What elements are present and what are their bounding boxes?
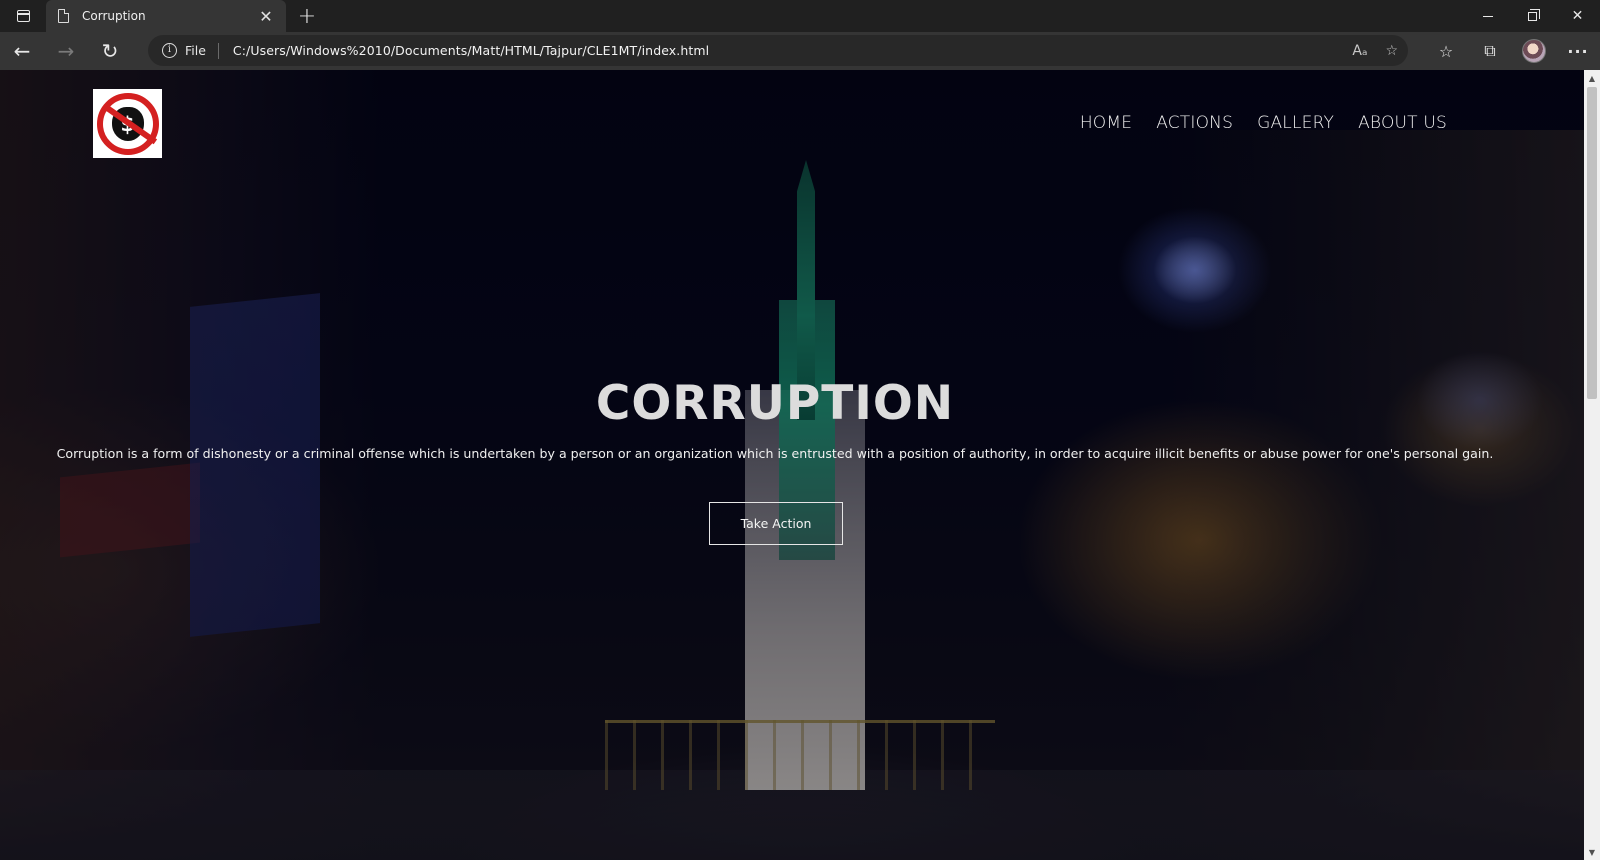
- scroll-down-icon[interactable]: ▼: [1584, 844, 1600, 860]
- restore-icon: [1528, 8, 1540, 21]
- site-nav: HOME ACTIONS GALLERY ABOUT US: [1080, 113, 1447, 133]
- address-bar[interactable]: i File C:/Users/Windows%2010/Documents/M…: [148, 35, 1408, 66]
- nav-link-gallery[interactable]: GALLERY: [1257, 113, 1334, 133]
- hero-dark-overlay: [0, 70, 1584, 860]
- tab-actions-icon: [16, 10, 30, 22]
- info-icon[interactable]: i: [162, 43, 177, 58]
- browser-tab-active[interactable]: Corruption ✕: [46, 0, 286, 32]
- hero-title: CORRUPTION: [595, 376, 955, 431]
- page-viewport: $ HOME ACTIONS GALLERY ABOUT US CORRUPTI…: [0, 70, 1584, 860]
- tab-actions-button[interactable]: [0, 0, 46, 32]
- refresh-button[interactable]: ↻: [88, 32, 132, 70]
- close-window-button[interactable]: ✕: [1555, 0, 1600, 32]
- profile-avatar: [1522, 39, 1546, 63]
- more-menu-icon[interactable]: ···: [1556, 32, 1600, 70]
- window-controls: ✕: [1465, 0, 1600, 32]
- collections-icon[interactable]: ⧉: [1468, 32, 1512, 70]
- logo-no-money-icon: $: [96, 92, 159, 155]
- nav-link-actions[interactable]: ACTIONS: [1156, 113, 1233, 133]
- minimize-button[interactable]: [1465, 0, 1510, 32]
- minimize-icon: [1482, 15, 1493, 17]
- nav-link-about-us[interactable]: ABOUT US: [1358, 113, 1447, 133]
- profile-button[interactable]: [1512, 32, 1556, 70]
- page-icon: [58, 9, 69, 23]
- nav-link-home[interactable]: HOME: [1080, 113, 1132, 133]
- browser-toolbar: ← → ↻ i File C:/Users/Windows%2010/Docum…: [0, 32, 1600, 70]
- scheme-label: File: [185, 43, 206, 58]
- read-aloud-icon[interactable]: Aₐ: [1352, 43, 1367, 59]
- hero-description: Corruption is a form of dishonesty or a …: [56, 446, 1494, 461]
- favorites-icon[interactable]: ☆: [1424, 32, 1468, 70]
- scrollbar-thumb[interactable]: [1587, 87, 1597, 399]
- back-button[interactable]: ←: [0, 32, 44, 70]
- address-separator: [217, 42, 219, 59]
- restore-button[interactable]: [1510, 0, 1555, 32]
- tab-close-button[interactable]: ✕: [256, 7, 276, 26]
- take-action-button[interactable]: Take Action: [709, 502, 843, 545]
- browser-tab-strip: Corruption ✕ + ✕: [0, 0, 1600, 32]
- tab-title: Corruption: [82, 9, 146, 23]
- forward-button[interactable]: →: [44, 32, 88, 70]
- add-favorite-icon[interactable]: ☆: [1385, 43, 1398, 59]
- site-logo[interactable]: $: [93, 89, 162, 158]
- url-text[interactable]: C:/Users/Windows%2010/Documents/Matt/HTM…: [233, 43, 709, 58]
- page-scrollbar[interactable]: ▲ ▼: [1584, 70, 1600, 860]
- new-tab-button[interactable]: +: [292, 0, 322, 32]
- scroll-up-icon[interactable]: ▲: [1584, 70, 1600, 86]
